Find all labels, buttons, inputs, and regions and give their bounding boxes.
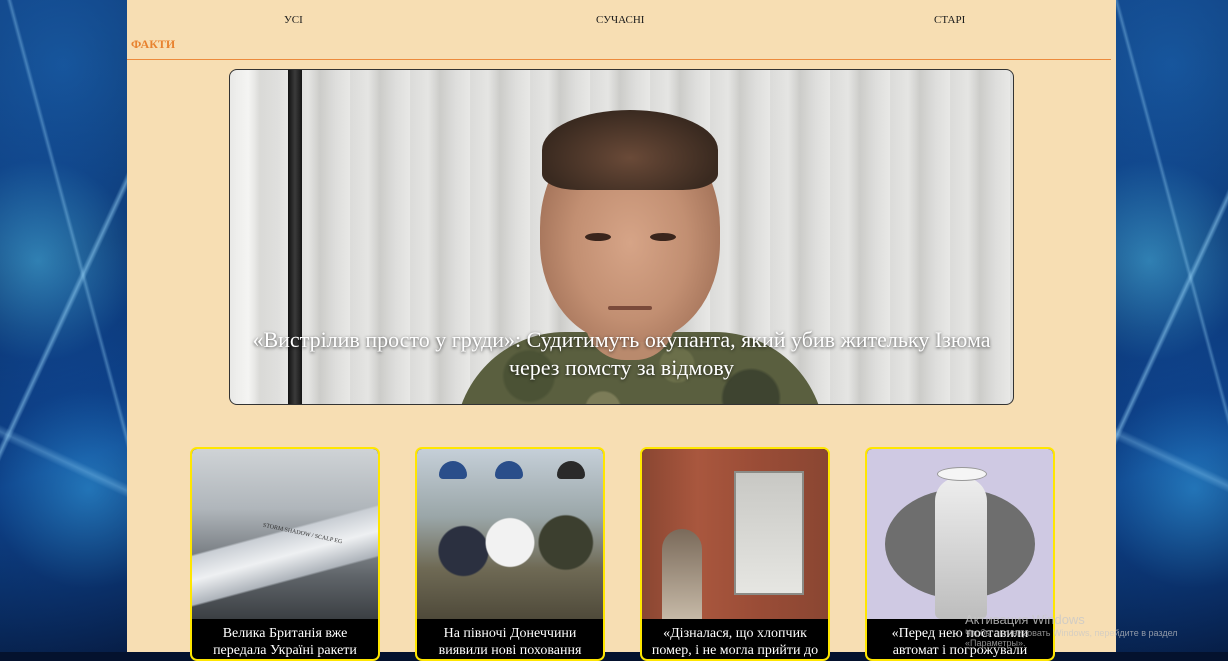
main-content: УСІ СУЧАСНІ СТАРІ ФАКТИ «Вистрілив прост… (127, 0, 1116, 661)
balcony-shape (734, 471, 804, 595)
hero-image-eye (585, 233, 611, 241)
hero-image-eye (650, 233, 676, 241)
news-card-title[interactable]: Велика Британія вже передала Україні рак… (192, 625, 378, 659)
news-card-title[interactable]: На півночі Донеччини виявили нові похова… (417, 625, 603, 659)
woman-shape (662, 529, 702, 619)
nav-modern[interactable]: СУЧАСНІ (596, 14, 644, 26)
missile-label: STORM SHADOW / SCALP EG (262, 522, 343, 546)
nav-all[interactable]: УСІ (284, 14, 303, 26)
windows-activation-subtitle: Чтобы активировать Windows, перейдите в … (965, 628, 1178, 648)
news-card-1[interactable]: STORM SHADOW / SCALP EG Велика Британія … (190, 447, 380, 661)
windows-activation-title: Активация Windows (965, 612, 1085, 627)
background-left (0, 0, 127, 652)
hero-caption[interactable]: «Вистрілив просто у груди»: Судитимуть о… (230, 326, 1013, 382)
section-title: ФАКТИ (131, 37, 176, 51)
hat-shape (937, 467, 987, 481)
hero-image-mouth (608, 306, 652, 310)
news-card-image (867, 449, 1053, 619)
helmet-shape (495, 461, 523, 479)
news-card-image: STORM SHADOW / SCALP EG (192, 449, 378, 619)
helmet-shape (557, 461, 585, 479)
news-card-image (642, 449, 828, 619)
helmet-shape (439, 461, 467, 479)
nav-old[interactable]: СТАРІ (934, 14, 965, 26)
section-divider (127, 59, 1111, 60)
hero-article[interactable]: «Вистрілив просто у груди»: Судитимуть о… (229, 69, 1014, 405)
news-card-title[interactable]: «Дізналася, що хлопчик помер, і не могла… (642, 625, 828, 659)
hero-image-hair (542, 110, 718, 190)
news-card-image (417, 449, 603, 619)
news-card-2[interactable]: На півночі Донеччини виявили нові похова… (415, 447, 605, 661)
figure-shape (935, 477, 987, 619)
top-nav: УСІ СУЧАСНІ СТАРІ (127, 14, 1116, 32)
news-card-3[interactable]: «Дізналася, що хлопчик помер, і не могла… (640, 447, 830, 661)
background-right (1116, 0, 1228, 652)
